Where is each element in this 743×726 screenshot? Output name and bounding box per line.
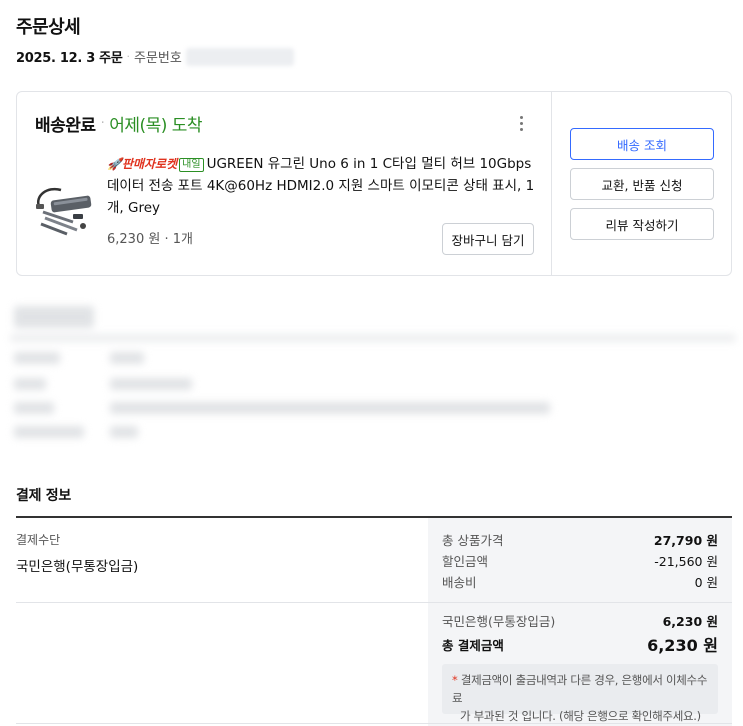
rocket-badge: 🚀판매자로켓 [107, 157, 178, 171]
write-review-button[interactable]: 리뷰 작성하기 [570, 208, 714, 240]
divider [16, 602, 732, 603]
notice-line-1: 결제금액이 출금내역과 다른 경우, 은행에서 이체수수료 [452, 673, 708, 705]
payment-method-value: 국민은행(무통장입금) [16, 559, 139, 575]
page-title: 주문상세 [16, 17, 81, 38]
row-value: 27,790 원 [653, 533, 718, 548]
total-value: 6,230 원 [647, 636, 718, 655]
row-label: 할인금액 [442, 554, 489, 569]
order-info: 2025. 12. 3 주문 · 주문번호 [16, 47, 294, 66]
notice-line-2: 가 부과된 것 입니다. (해당 은행으로 확인해주세요.) [460, 709, 701, 723]
order-date: 2025. 12. 3 주문 [16, 51, 123, 66]
track-delivery-button[interactable]: 배송 조회 [570, 128, 714, 160]
payment-section-title: 결제 정보 [16, 488, 71, 504]
add-to-cart-button[interactable]: 장바구니 담기 [442, 223, 534, 255]
arrival-date: 어제(목) 도착 [109, 116, 203, 136]
separator-dot: · [100, 116, 105, 131]
row-label: 국민은행(무통장입금) [442, 614, 556, 629]
order-number-label: 주문번호 [134, 51, 182, 66]
price-row-shipping: 배송비 0 원 [442, 572, 718, 591]
row-label: 배송비 [442, 575, 477, 590]
delivery-status: 배송완료 · 어제(목) 도착 [35, 111, 203, 136]
separator-dot: · [126, 50, 131, 63]
row-value: 0 원 [694, 575, 718, 590]
row-label: 총 상품가격 [442, 533, 504, 548]
transfer-fee-notice: * 결제금액이 출금내역과 다른 경우, 은행에서 이체수수료 가 부과된 것 … [442, 664, 718, 723]
product-title[interactable]: 🚀판매자로켓 내일 UGREEN 유그린 Uno 6 in 1 C타입 멀티 허브 … [107, 153, 537, 219]
bank-payment-row: 국민은행(무통장입금) 6,230 원 [442, 611, 718, 630]
redacted-shipping-info [10, 298, 736, 468]
payment-method-label: 결제수단 [16, 533, 61, 547]
price-row-total-goods: 총 상품가격 27,790 원 [442, 530, 718, 549]
tomorrow-badge: 내일 [179, 158, 204, 172]
delivery-status-label: 배송완료 [35, 116, 96, 136]
price-row-discount: 할인금액 -21,560 원 [442, 551, 718, 570]
order-number-redacted [185, 47, 294, 66]
row-value: 6,230 원 [662, 614, 718, 629]
notice-asterisk: * [452, 673, 458, 687]
total-payment-row: 총 결제금액 6,230 원 [442, 632, 718, 656]
exchange-return-button[interactable]: 교환, 반품 신청 [570, 168, 714, 200]
product-price-quantity: 6,230 원 · 1개 [107, 232, 193, 247]
more-options-icon[interactable] [515, 114, 527, 134]
shipment-card: 배송완료 · 어제(목) 도착 🚀판매자로켓 내일 UGREEN 유그린 Uno 6… [16, 91, 732, 276]
total-label: 총 결제금액 [442, 637, 504, 653]
product-thumbnail[interactable] [33, 178, 95, 238]
row-value: -21,560 원 [654, 554, 718, 569]
shipment-details: 배송완료 · 어제(목) 도착 🚀판매자로켓 내일 UGREEN 유그린 Uno 6… [17, 92, 552, 275]
